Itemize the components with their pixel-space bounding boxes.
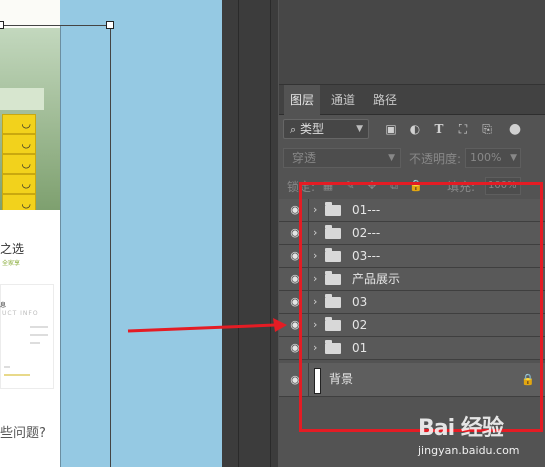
opacity-value: 100% — [470, 151, 502, 164]
watermark-logo: Bai 经验 — [418, 416, 504, 441]
filter-type-select[interactable]: ⌕ 类型 ▼ — [283, 119, 369, 139]
divider — [270, 0, 271, 467]
filter-toggle-icon[interactable]: ● — [507, 121, 523, 137]
canvas-area[interactable]: ◡ ◡ ◡ ◡ ◡ 之选 全家享 息 UCT INFO 些问题? — [0, 0, 222, 467]
chevron-down-icon: ▼ — [356, 124, 363, 134]
image-filter-icon[interactable]: ▣ — [383, 121, 399, 137]
opacity-field[interactable]: 100% ▼ — [465, 148, 521, 168]
text-filter-icon[interactable]: T — [431, 121, 447, 137]
collapsed-panel-strip — [222, 0, 278, 467]
chevron-down-icon: ▼ — [388, 153, 395, 163]
blend-mode-value: 穿透 — [292, 151, 317, 165]
blend-mode-select[interactable]: 穿透 ▼ — [283, 148, 401, 168]
search-icon: ⌕ — [290, 123, 297, 136]
annotation-arrow — [127, 318, 287, 333]
watermark-url: jingyan.baidu.com — [418, 444, 520, 457]
annotation-highlight-box — [299, 182, 543, 432]
upper-panel-area — [279, 0, 545, 85]
shape-filter-icon[interactable]: ⛶ — [455, 121, 471, 137]
tab-layers[interactable]: 图层 — [284, 85, 321, 115]
tab-paths[interactable]: 路径 — [367, 85, 403, 115]
chevron-down-icon: ▼ — [510, 153, 517, 163]
layer-filter-row: ⌕ 类型 ▼ ▣ ◐ T ⛶ ⎘ ● — [279, 119, 545, 141]
tab-channels[interactable]: 通道 — [325, 85, 361, 115]
divider — [238, 0, 239, 467]
transform-handle[interactable] — [0, 21, 4, 29]
baidu-jingyan-watermark: Bai 经验 jingyan.baidu.com — [418, 400, 545, 467]
adjustment-filter-icon[interactable]: ◐ — [407, 121, 423, 137]
transform-handle[interactable] — [106, 21, 114, 29]
filter-type-label: 类型 — [300, 122, 325, 136]
opacity-label: 不透明度: — [409, 152, 462, 166]
transform-bounding-box[interactable] — [0, 25, 111, 467]
smart-object-filter-icon[interactable]: ⎘ — [479, 121, 495, 137]
blend-row: 穿透 ▼ 不透明度: 100% ▼ — [279, 148, 545, 170]
panel-tabbar: 图层 通道 路径 — [279, 85, 545, 115]
